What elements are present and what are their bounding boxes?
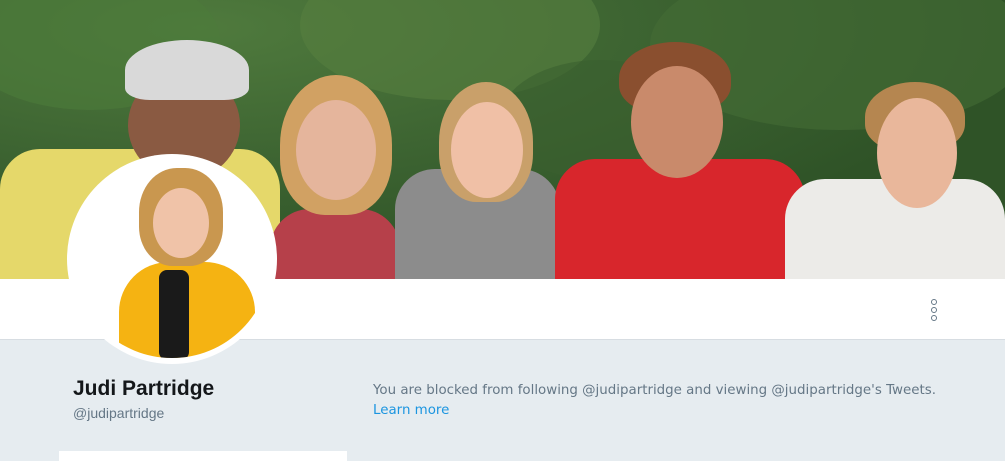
more-vertical-icon-dot <box>931 307 937 313</box>
more-vertical-icon-dot <box>931 315 937 321</box>
avatar-photo <box>73 160 271 358</box>
more-options-button[interactable] <box>924 299 944 321</box>
sidebar-card <box>59 451 347 461</box>
profile-name[interactable]: Judi Partridge <box>73 377 214 401</box>
learn-more-link[interactable]: Learn more <box>373 403 449 418</box>
blocked-notice: You are blocked from following @judipart… <box>373 381 943 421</box>
more-vertical-icon <box>931 299 937 305</box>
profile-avatar[interactable] <box>67 154 277 364</box>
profile-handle[interactable]: @judipartridge <box>73 405 164 421</box>
blocked-notice-text: You are blocked from following @judipart… <box>373 383 936 398</box>
